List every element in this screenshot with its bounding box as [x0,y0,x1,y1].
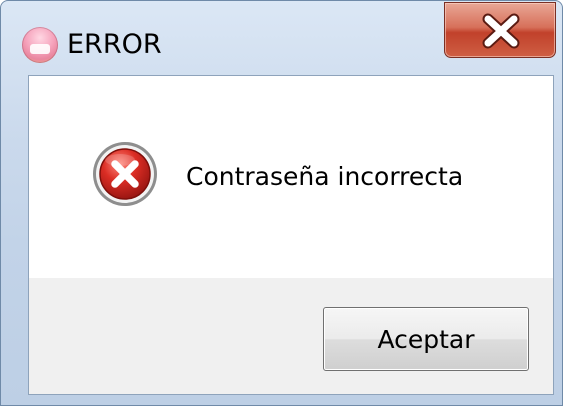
error-message: Contraseña incorrecta [186,162,464,191]
error-dialog-window: ERROR Contraseña incorrecta Aceptar [0,0,563,406]
title-bar[interactable]: ERROR [1,1,562,75]
error-icon [93,142,157,206]
close-icon [482,13,520,49]
dialog-content: Contraseña incorrecta Aceptar [28,75,554,395]
button-area: Aceptar [29,278,553,394]
window-title: ERROR [67,29,162,60]
close-button[interactable] [444,2,556,58]
accept-button[interactable]: Aceptar [323,307,529,371]
app-icon [22,27,58,63]
message-area: Contraseña incorrecta [29,76,553,278]
